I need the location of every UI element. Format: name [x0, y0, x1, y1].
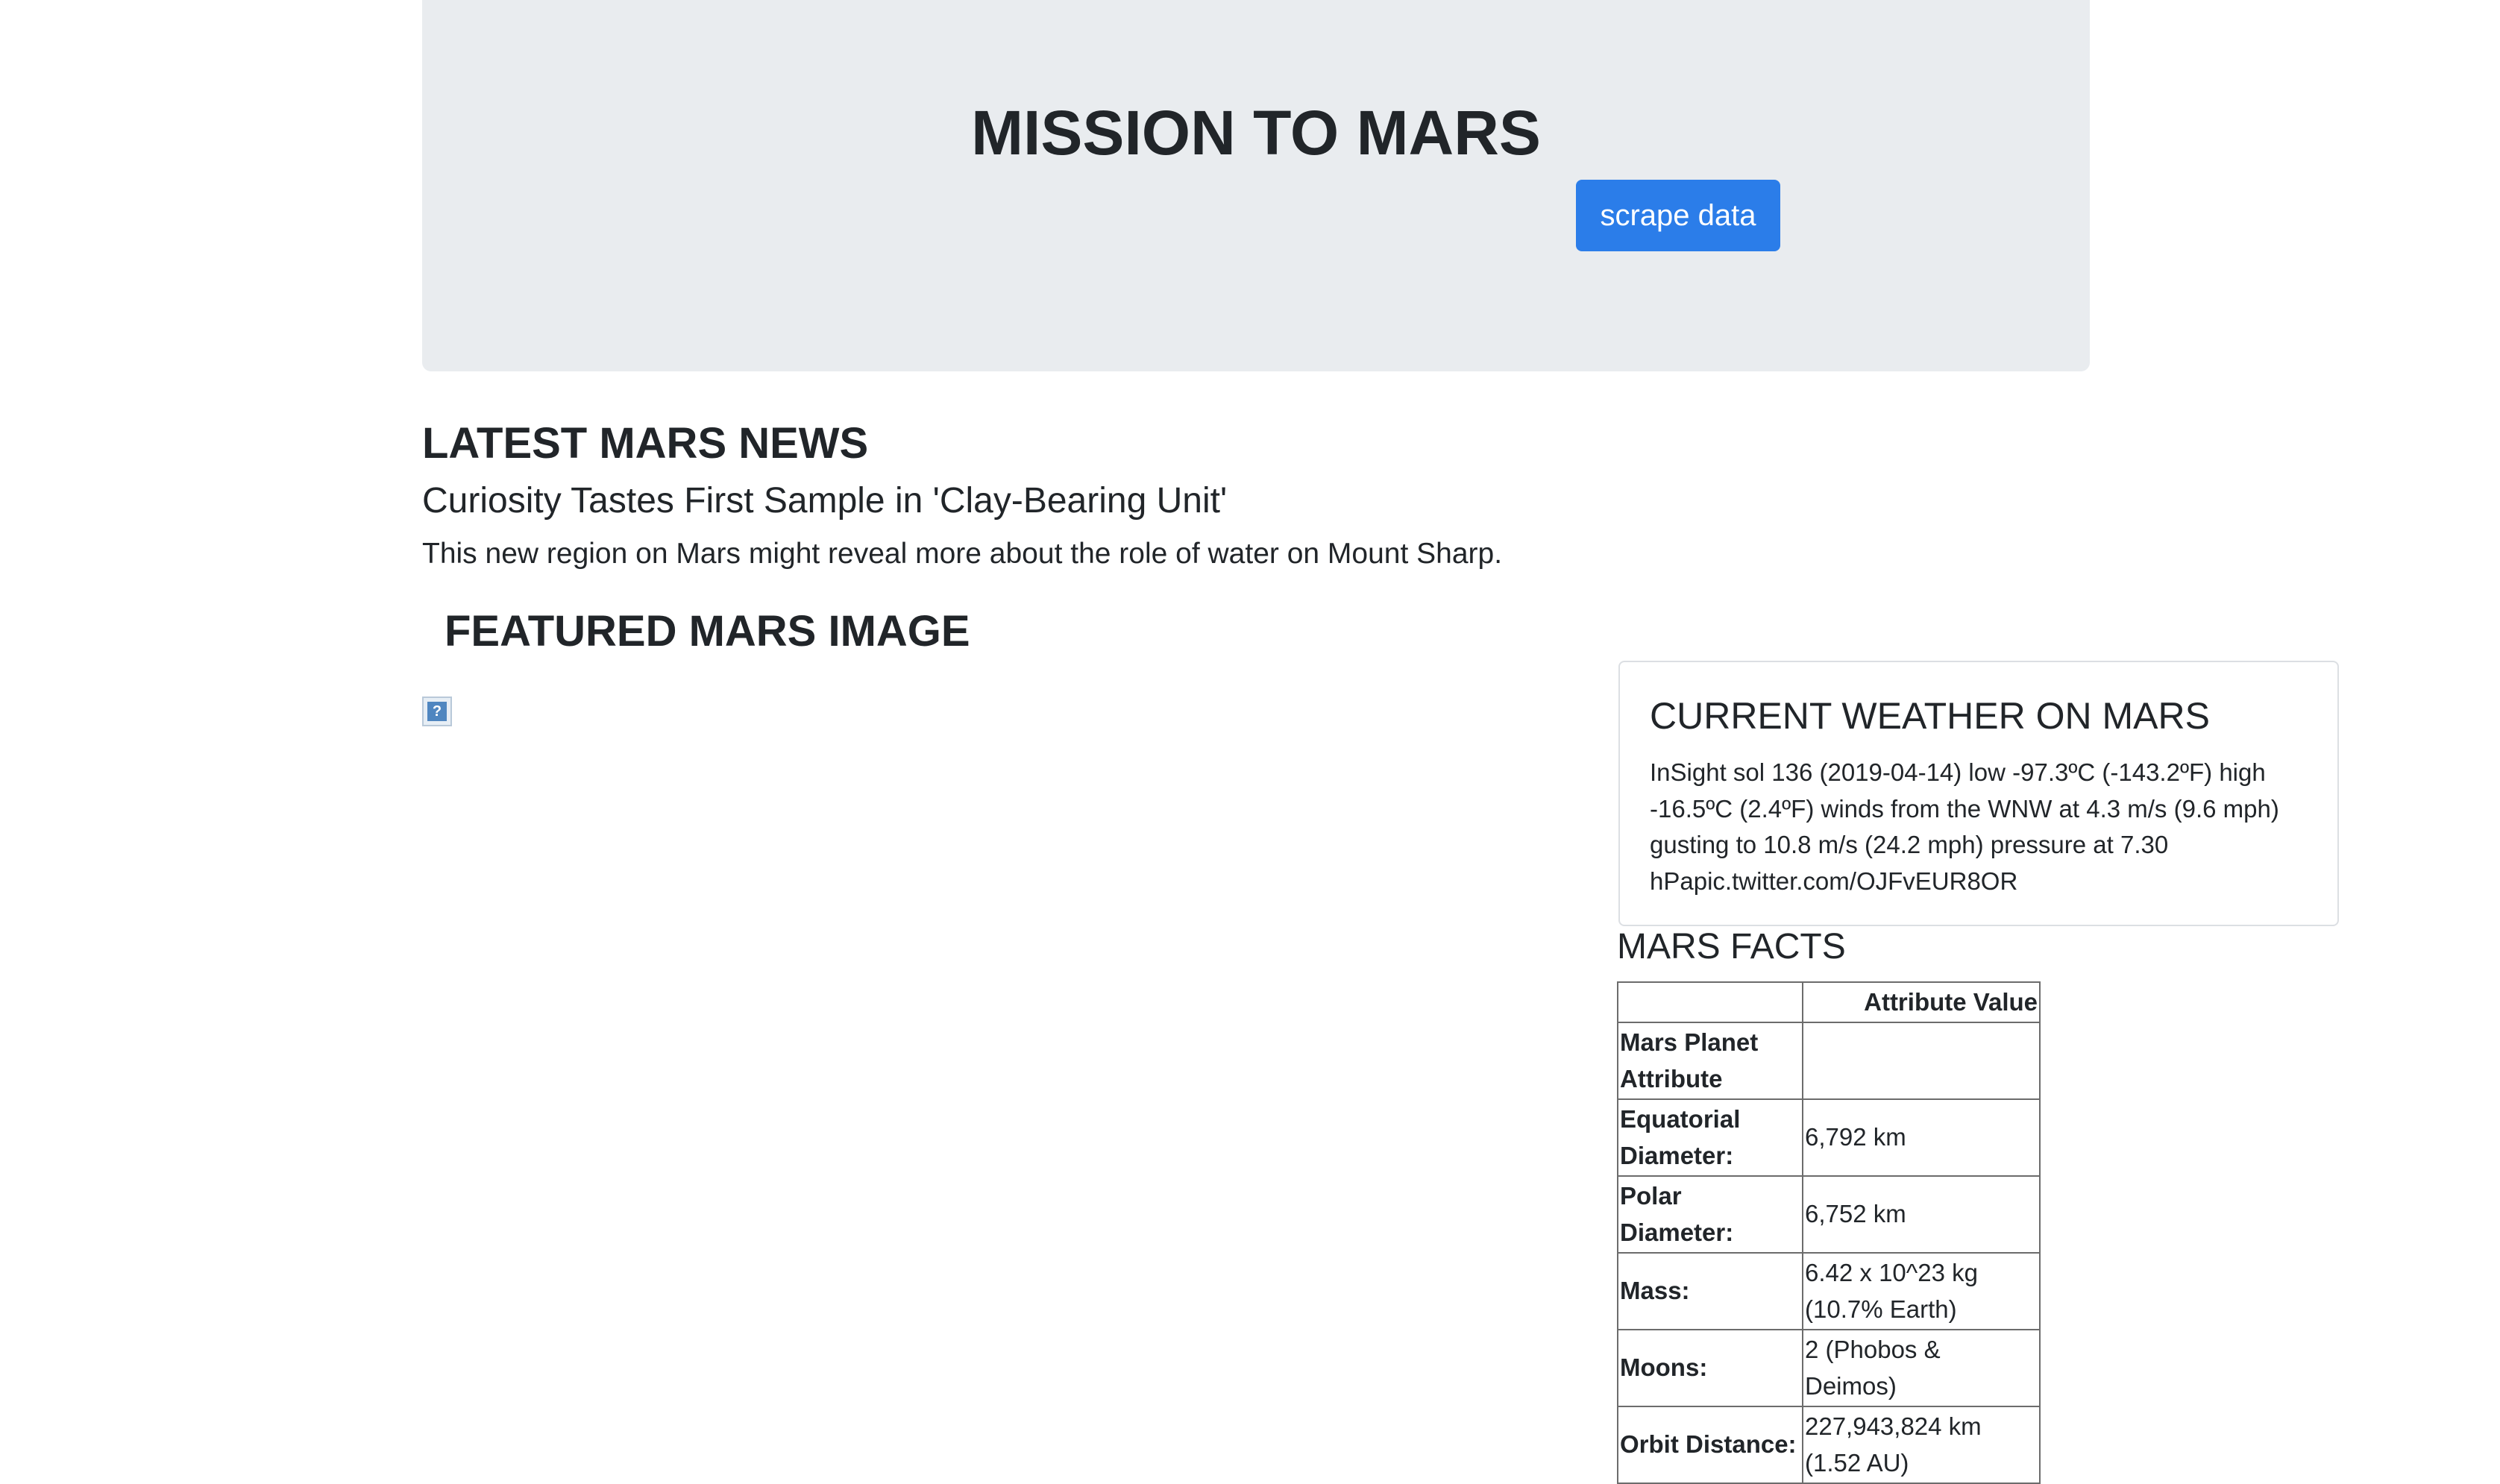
weather-heading: CURRENT WEATHER ON MARS	[1650, 695, 2210, 737]
fact-value: 227,943,824 km (1.52 AU)	[1802, 1406, 2041, 1484]
table-header-value: Attribute Value	[1802, 981, 2041, 1023]
featured-image-heading: FEATURED MARS IMAGE	[445, 607, 970, 655]
news-title: Curiosity Tastes First Sample in 'Clay-B…	[422, 481, 1228, 521]
fact-attribute: Mars Planet Attribute	[1617, 1022, 1803, 1100]
table-row: Polar Diameter: 6,752 km	[1617, 1175, 2041, 1254]
table-row: Mars Planet Attribute	[1617, 1022, 2041, 1100]
broken-image-icon[interactable]: ?	[422, 697, 452, 726]
table-header-row: Attribute Value	[1617, 981, 2041, 1023]
broken-image-glyph: ?	[427, 702, 447, 721]
scrape-data-button[interactable]: scrape data	[1576, 180, 1780, 251]
page-title: MISSION TO MARS	[971, 98, 1541, 168]
table-row: Moons: 2 (Phobos & Deimos)	[1617, 1329, 2041, 1407]
table-row: Equatorial Diameter: 6,792 km	[1617, 1098, 2041, 1177]
fact-attribute: Equatorial Diameter:	[1617, 1098, 1803, 1177]
fact-attribute: Polar Diameter:	[1617, 1175, 1803, 1254]
table-header-blank	[1617, 981, 1803, 1023]
jumbotron-header: MISSION TO MARS scrape data	[422, 0, 2090, 371]
mars-facts-table: Attribute Value Mars Planet Attribute Eq…	[1617, 981, 2041, 1484]
mars-facts-heading: MARS FACTS	[1617, 927, 1846, 966]
fact-value: 6.42 x 10^23 kg (10.7% Earth)	[1802, 1252, 2041, 1330]
fact-value: 2 (Phobos & Deimos)	[1802, 1329, 2041, 1407]
fact-attribute: Mass:	[1617, 1252, 1803, 1330]
latest-news-heading: LATEST MARS NEWS	[422, 419, 869, 468]
weather-card: CURRENT WEATHER ON MARS InSight sol 136 …	[1618, 661, 2339, 926]
weather-text: InSight sol 136 (2019-04-14) low -97.3ºC…	[1650, 758, 2279, 895]
fact-value: 6,792 km	[1802, 1098, 2041, 1177]
fact-value: 6,752 km	[1802, 1175, 2041, 1254]
table-row: Mass: 6.42 x 10^23 kg (10.7% Earth)	[1617, 1252, 2041, 1330]
table-row: Orbit Distance: 227,943,824 km (1.52 AU)	[1617, 1406, 2041, 1484]
fact-attribute: Orbit Distance:	[1617, 1406, 1803, 1484]
news-teaser: This new region on Mars might reveal mor…	[422, 538, 1503, 570]
fact-attribute: Moons:	[1617, 1329, 1803, 1407]
fact-value	[1802, 1022, 2041, 1100]
